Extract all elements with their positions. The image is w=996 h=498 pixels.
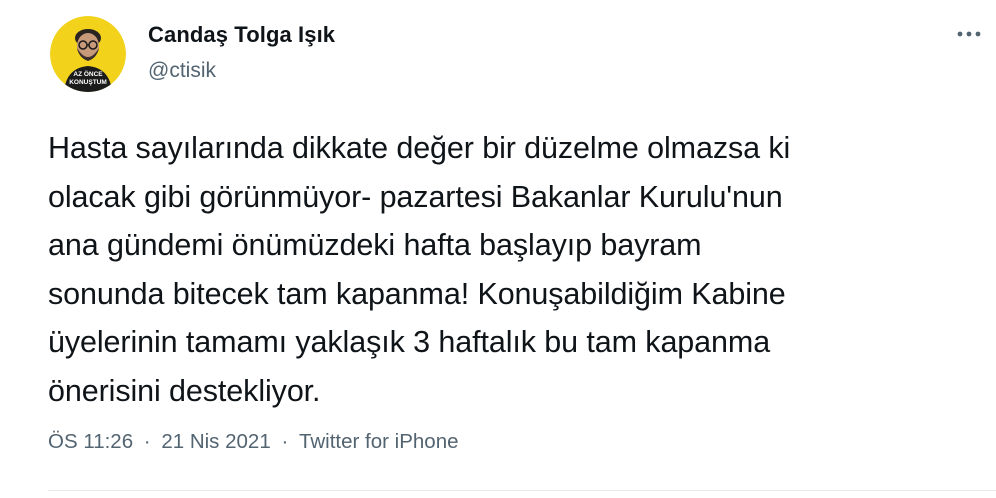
- tweet-time-link[interactable]: ÖS 11:26: [48, 430, 133, 454]
- divider: [48, 490, 996, 491]
- author-display-name[interactable]: Candaş Tolga Işık: [148, 22, 335, 48]
- more-options-button[interactable]: [952, 22, 986, 46]
- tweet-metadata: ÖS 11:26 · 21 Nis 2021 · Twitter for iPh…: [48, 430, 459, 454]
- tweet-card: AZ ÖNCE KONUŞTUM Candaş Tolga Işık @ctis…: [0, 0, 996, 498]
- tweet-text: Hasta sayılarında dikkate değer bir düze…: [48, 131, 791, 408]
- avatar-logo-text: AZ ÖNCE: [73, 69, 103, 78]
- tweet-source-link[interactable]: Twitter for iPhone: [299, 430, 459, 454]
- author-handle[interactable]: @ctisik: [148, 59, 216, 83]
- meta-separator: ·: [143, 430, 151, 453]
- meta-separator: ·: [281, 430, 289, 453]
- tweet-date-link[interactable]: 21 Nis 2021: [161, 430, 270, 454]
- person-avatar-icon: AZ ÖNCE KONUŞTUM: [50, 16, 126, 92]
- avatar-logo-text: KONUŞTUM: [69, 79, 107, 86]
- author-avatar[interactable]: AZ ÖNCE KONUŞTUM: [50, 16, 126, 92]
- more-dots-icon: [957, 31, 981, 37]
